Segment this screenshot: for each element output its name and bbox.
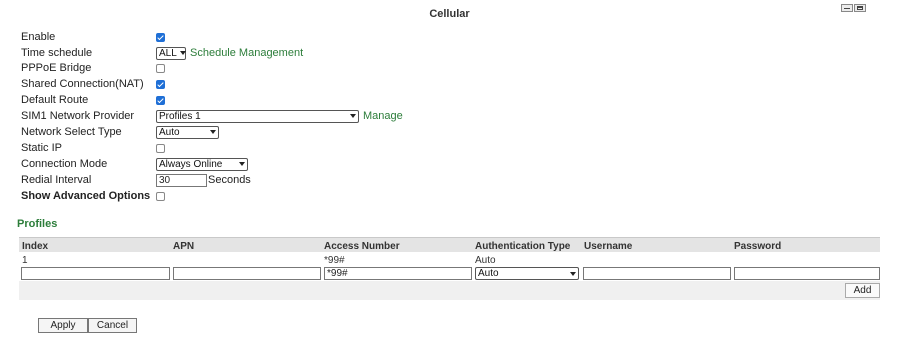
password-input[interactable] bbox=[734, 267, 880, 280]
maximize-icon[interactable] bbox=[854, 4, 866, 12]
manage-link[interactable]: Manage bbox=[363, 109, 403, 123]
static-ip-checkbox[interactable] bbox=[156, 143, 165, 153]
connection-mode-select[interactable]: Always Online bbox=[156, 157, 248, 171]
access-number-input[interactable]: *99# bbox=[324, 267, 472, 280]
shared-connection-label: Shared Connection(NAT) bbox=[21, 78, 144, 90]
pppoe-bridge-label: PPPoE Bridge bbox=[21, 62, 92, 74]
time-schedule-value: ALL bbox=[159, 47, 177, 59]
redial-interval-input[interactable]: 30 bbox=[156, 173, 207, 187]
chevron-down-icon bbox=[350, 114, 356, 118]
network-select-type-label: Network Select Type bbox=[21, 126, 122, 138]
column-header-username: Username bbox=[584, 241, 633, 252]
table-row: 1 *99# Auto bbox=[19, 252, 880, 267]
username-input[interactable] bbox=[583, 267, 731, 280]
show-advanced-checkbox[interactable] bbox=[156, 191, 165, 201]
shared-connection-checkbox[interactable] bbox=[156, 79, 165, 89]
time-schedule-label: Time schedule bbox=[21, 47, 93, 59]
add-button[interactable]: Add bbox=[845, 283, 880, 298]
time-schedule-select[interactable]: ALL bbox=[156, 46, 186, 60]
index-input[interactable] bbox=[21, 267, 170, 280]
new-profile-row: *99# Auto bbox=[19, 267, 880, 281]
window-controls bbox=[841, 4, 866, 12]
pppoe-bridge-checkbox[interactable] bbox=[156, 63, 165, 73]
column-header-index: Index bbox=[22, 241, 49, 252]
column-header-password: Password bbox=[734, 241, 782, 252]
cell-access-number: *99# bbox=[324, 255, 345, 266]
show-advanced-label: Show Advanced Options bbox=[21, 190, 151, 202]
sim1-provider-label: SIM1 Network Provider bbox=[21, 110, 135, 122]
connection-mode-label: Connection Mode bbox=[21, 158, 108, 170]
network-select-type-value: Auto bbox=[159, 126, 180, 138]
chevron-down-icon bbox=[239, 162, 245, 166]
apn-input[interactable] bbox=[173, 267, 321, 280]
enable-checkbox[interactable] bbox=[156, 32, 165, 42]
network-select-type-select[interactable]: Auto bbox=[156, 125, 219, 139]
static-ip-label: Static IP bbox=[21, 142, 62, 154]
sim1-provider-select[interactable]: Profiles 1 bbox=[156, 109, 359, 123]
profiles-title: Profiles bbox=[17, 218, 58, 230]
enable-label: Enable bbox=[21, 31, 56, 43]
column-header-apn: APN bbox=[173, 241, 195, 252]
schedule-management-link[interactable]: Schedule Management bbox=[190, 46, 303, 60]
column-header-access-number: Access Number bbox=[324, 241, 400, 252]
chevron-down-icon bbox=[210, 130, 216, 134]
redial-interval-unit: Seconds bbox=[208, 174, 251, 186]
auth-type-select[interactable]: Auto bbox=[475, 267, 579, 280]
page-title: Cellular bbox=[429, 8, 470, 20]
apply-button[interactable]: Apply bbox=[38, 318, 88, 333]
connection-mode-value: Always Online bbox=[159, 158, 223, 170]
cancel-button[interactable]: Cancel bbox=[88, 318, 137, 333]
minimize-icon[interactable] bbox=[841, 4, 853, 12]
column-header-auth-type: Authentication Type bbox=[475, 241, 571, 252]
sim1-provider-value: Profiles 1 bbox=[159, 110, 201, 122]
default-route-checkbox[interactable] bbox=[156, 95, 165, 105]
auth-type-value: Auto bbox=[478, 268, 499, 279]
chevron-down-icon bbox=[179, 51, 186, 55]
redial-interval-label: Redial Interval bbox=[21, 174, 92, 186]
chevron-down-icon bbox=[570, 271, 576, 276]
profiles-table-header: Index APN Access Number Authentication T… bbox=[19, 237, 880, 253]
profiles-table: Index APN Access Number Authentication T… bbox=[19, 237, 880, 300]
cell-index: 1 bbox=[22, 255, 28, 266]
default-route-label: Default Route bbox=[21, 94, 89, 106]
cell-auth-type: Auto bbox=[475, 255, 496, 266]
